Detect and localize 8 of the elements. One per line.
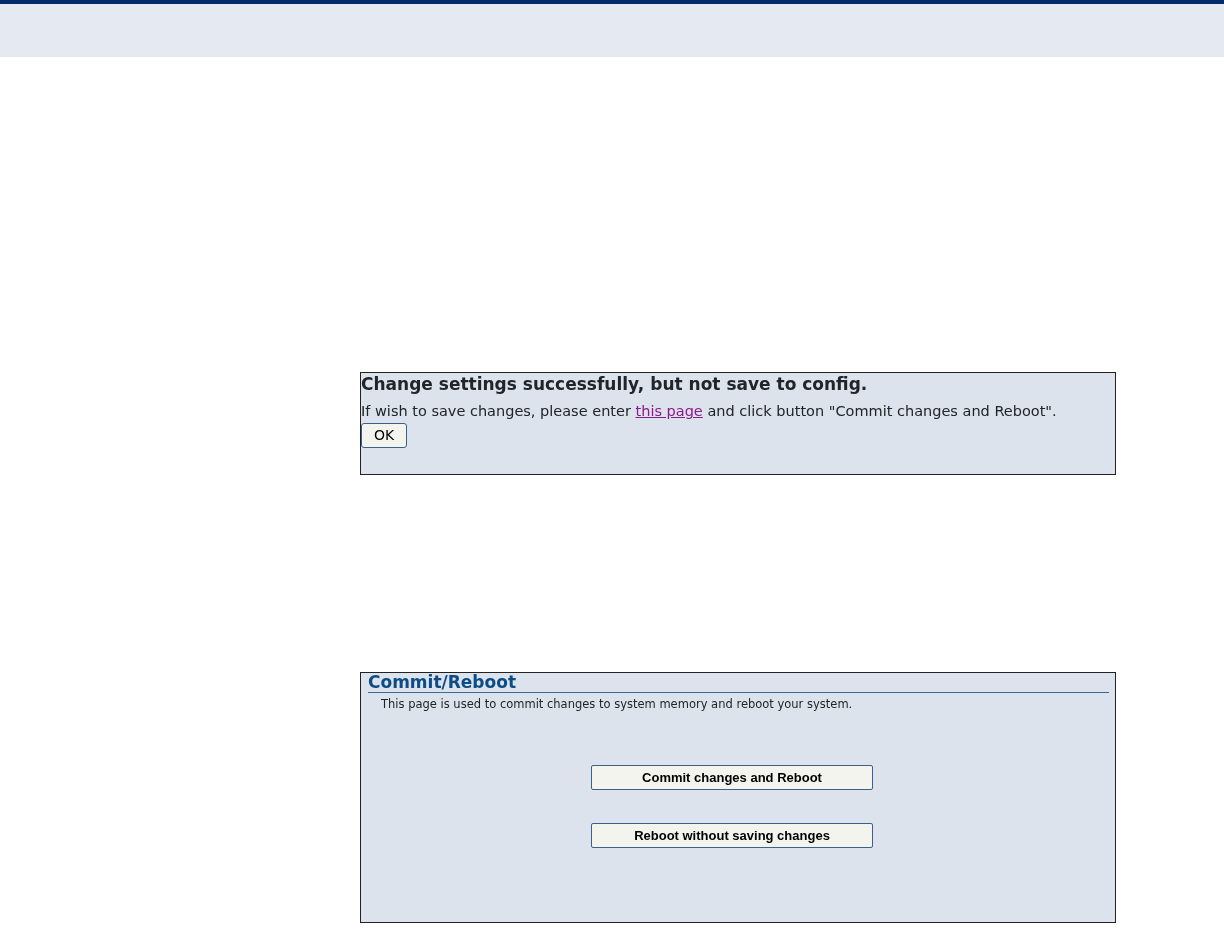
commit-reboot-button[interactable]: Commit changes and Reboot — [591, 764, 873, 790]
notice-heading: Change settings successfully, but not save to config. — [361, 373, 869, 396]
ok-button[interactable]: OK — [361, 422, 408, 448]
panel-title: Commit/Reboot — [368, 672, 1109, 693]
page-link[interactable]: this page — [635, 403, 703, 420]
reboot-button[interactable]: Reboot without saving changes — [591, 822, 873, 848]
panel-description: This page is used to commit changes to system memory and reboot your system. — [381, 695, 854, 713]
notice-message: If wish to save changes, please enter this page and click button "Commit changes and Reboot". — [361, 402, 1058, 422]
